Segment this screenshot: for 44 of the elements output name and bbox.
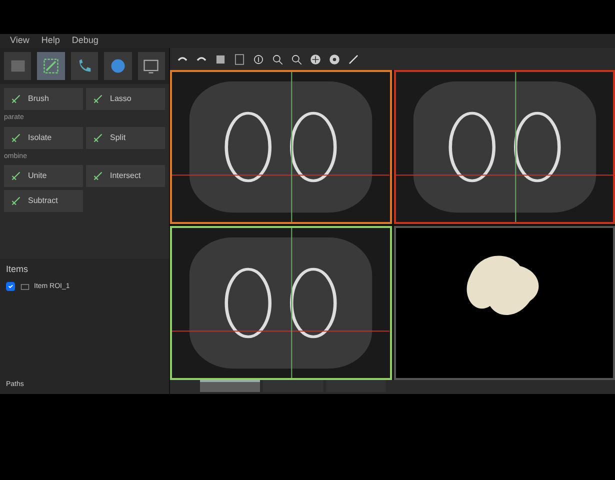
tool-button[interactable]: Unite (4, 165, 83, 187)
tool-button[interactable]: Split (86, 126, 165, 148)
mode-button[interactable] (104, 52, 132, 80)
mode-button[interactable] (138, 52, 166, 80)
toolbar-button[interactable] (309, 52, 322, 66)
checkbox[interactable] (6, 282, 15, 292)
monitor-icon (142, 57, 160, 75)
info-icon (252, 52, 265, 66)
menu-item[interactable]: Debug (72, 34, 98, 48)
tool-icon (10, 132, 22, 144)
target-icon (328, 52, 341, 66)
panel-title: Items (6, 263, 30, 276)
selection-icon (42, 57, 60, 75)
tool-button[interactable]: Lasso (86, 88, 165, 110)
plus-icon (309, 52, 322, 66)
toolbar-button[interactable] (347, 52, 360, 66)
zoom-icon (290, 52, 303, 66)
tool-button[interactable]: Intersect (86, 165, 165, 187)
toolbar-button[interactable] (252, 52, 265, 66)
document-icon (233, 52, 246, 66)
zoom-icon (271, 52, 284, 66)
tool-icon (10, 93, 22, 105)
toolbar-button[interactable] (214, 52, 227, 66)
toolbar-button[interactable] (290, 52, 303, 66)
toolbar-button[interactable] (233, 52, 246, 66)
tool-icon (92, 170, 104, 182)
menu-item[interactable]: View (10, 34, 30, 48)
tool-icon (92, 132, 104, 144)
layer-icon (20, 282, 30, 292)
menu-item[interactable]: Help (41, 34, 60, 48)
mode-button[interactable] (37, 52, 65, 80)
tab[interactable] (200, 380, 260, 392)
pen-icon (347, 52, 360, 66)
tool-icon (92, 93, 104, 105)
toolbar-button[interactable] (271, 52, 284, 66)
tool-icon (10, 195, 22, 207)
tool-button[interactable]: Brush (4, 88, 83, 110)
tool-icon (10, 170, 22, 182)
tool-button[interactable]: Isolate (4, 126, 83, 148)
tool-button[interactable]: Subtract (4, 190, 83, 212)
save-icon (214, 52, 227, 66)
toolbar-button[interactable] (328, 52, 341, 66)
viewport[interactable] (394, 226, 615, 380)
mode-button[interactable] (70, 52, 98, 80)
